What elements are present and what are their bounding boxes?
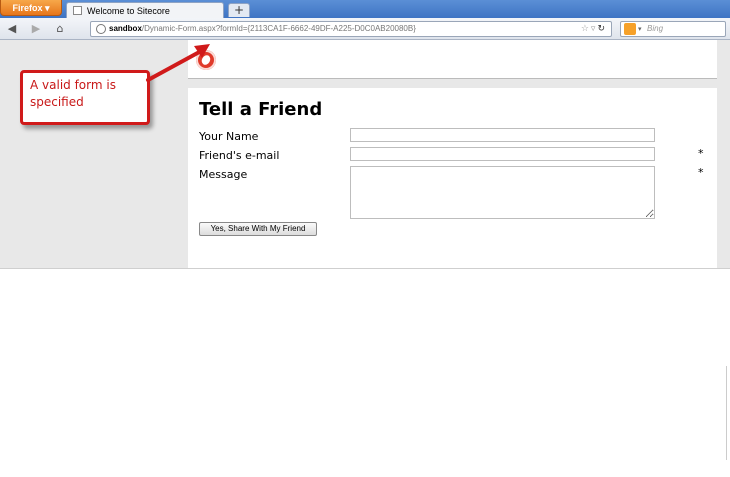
required-marker: * — [698, 166, 704, 179]
refresh-icon[interactable]: ↻ — [597, 24, 607, 34]
search-engine-dropdown-icon[interactable]: ▾ — [638, 22, 642, 36]
url-path: /Dynamic-Form.aspx?formId={2113CA1F-6662… — [141, 24, 416, 33]
form-title: Tell a Friend — [199, 99, 323, 120]
callout-text: A valid form is specified — [30, 78, 116, 109]
page-icon — [73, 6, 82, 15]
friend-email-input[interactable] — [350, 147, 655, 161]
new-tab-button[interactable]: + — [228, 3, 250, 17]
search-box[interactable]: ▾ Bing — [620, 21, 726, 37]
firefox-menu-button[interactable]: Firefox ▾ — [0, 0, 62, 16]
search-placeholder[interactable]: Bing — [647, 22, 663, 36]
site-header — [188, 40, 717, 79]
globe-icon — [96, 24, 106, 34]
forward-arrow-icon[interactable]: ▶ — [28, 21, 44, 37]
sitecore-logo-icon[interactable] — [196, 50, 216, 70]
tab-title: Welcome to Sitecore — [87, 6, 170, 16]
star-icon[interactable]: ☆ — [581, 24, 591, 34]
tell-a-friend-form: Tell a Friend Your Name Friend's e-mail … — [188, 88, 717, 268]
url-text[interactable]: sandbox/Dynamic-Form.aspx?formId={2113CA… — [109, 22, 416, 36]
title-bar: Firefox ▾ Welcome to Sitecore + — [0, 0, 730, 18]
required-marker: * — [698, 147, 704, 160]
scrollbar-edge — [726, 366, 730, 460]
url-host: sandbox — [109, 24, 142, 33]
your-name-input[interactable] — [350, 128, 655, 142]
annotation-callout: A valid form is specified — [20, 70, 150, 125]
message-textarea[interactable] — [350, 166, 655, 219]
url-bar[interactable]: sandbox/Dynamic-Form.aspx?formId={2113CA… — [90, 21, 612, 37]
tab-welcome[interactable]: Welcome to Sitecore — [66, 2, 224, 18]
friend-email-label: Friend's e-mail — [199, 149, 280, 162]
back-arrow-icon[interactable]: ◀ — [4, 21, 20, 37]
your-name-label: Your Name — [199, 130, 259, 143]
message-label: Message — [199, 168, 248, 181]
bing-icon[interactable] — [624, 23, 636, 35]
home-icon[interactable]: ⌂ — [52, 21, 68, 37]
share-submit-button[interactable]: Yes, Share With My Friend — [199, 222, 317, 236]
navigation-bar: ◀ ▶ ⌂ sandbox/Dynamic-Form.aspx?formId={… — [0, 18, 730, 40]
